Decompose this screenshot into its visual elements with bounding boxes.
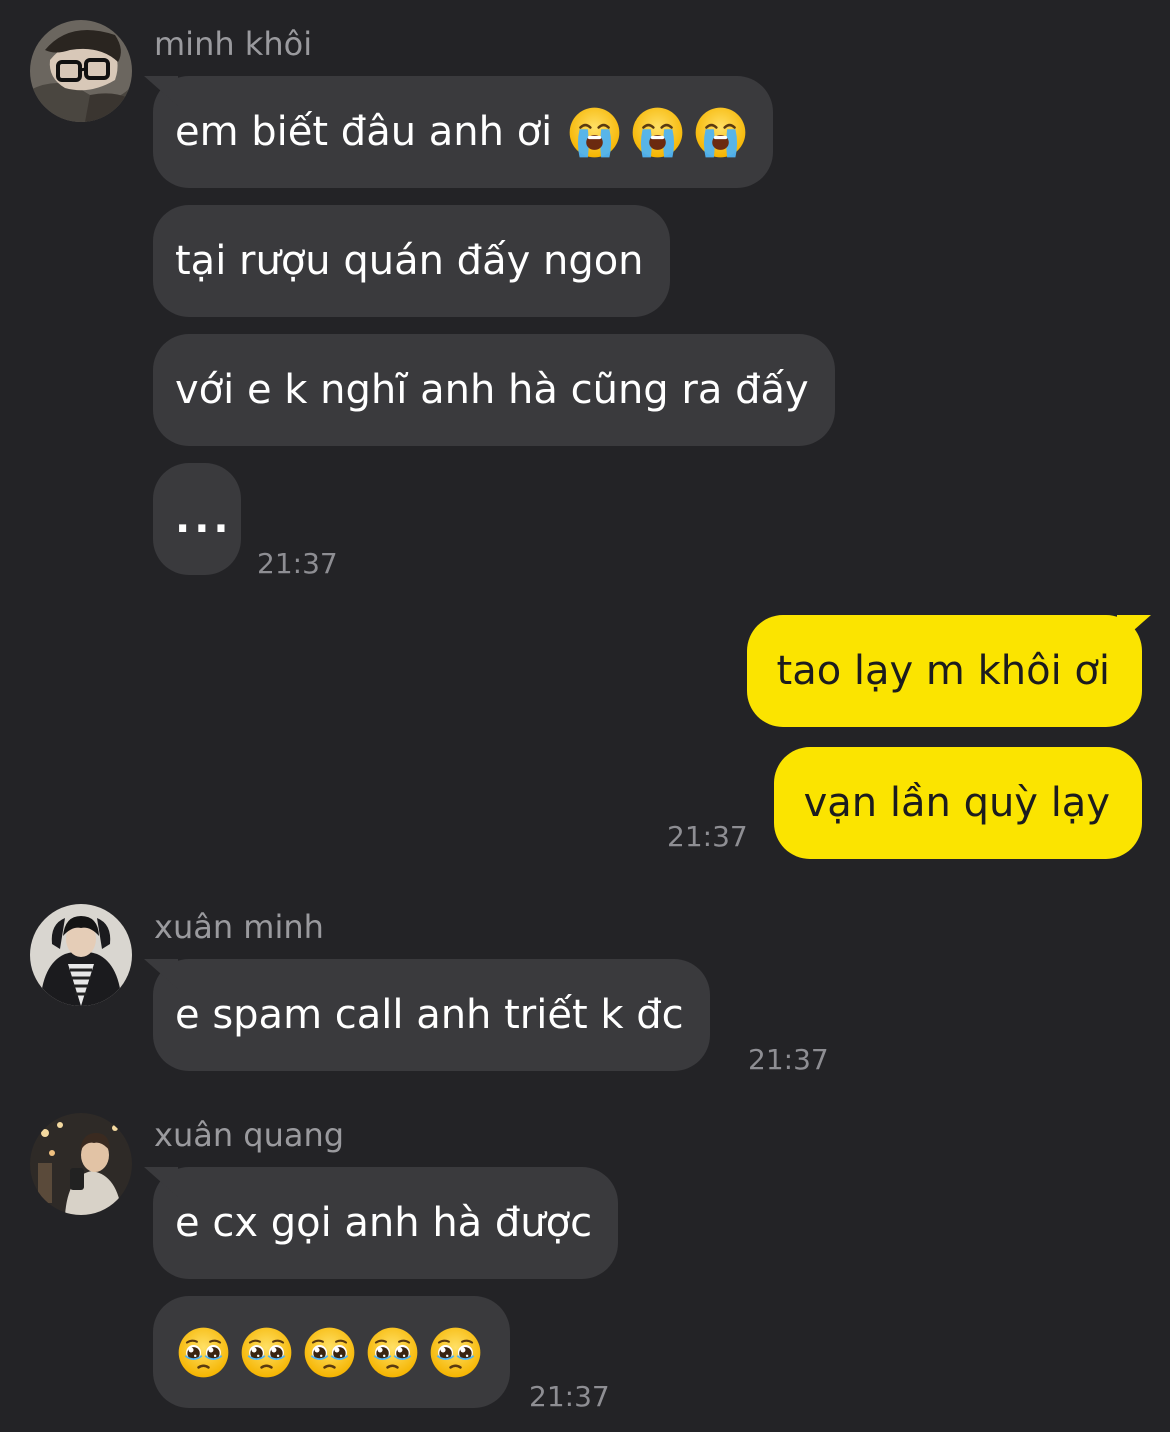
outgoing-message-bubble[interactable]: tao lạy m khôi ơi bbox=[746, 615, 1142, 727]
message-bubble[interactable]: với e k nghĩ anh hà cũng ra đấy bbox=[153, 334, 835, 446]
message-bubble[interactable]: e spam call anh triết k đc bbox=[153, 959, 710, 1071]
loudly-crying-face-icon bbox=[694, 106, 747, 159]
sender-name: minh khôi bbox=[154, 25, 313, 63]
message-text: tại rượu quán đấy ngon bbox=[175, 238, 644, 284]
message-bubble[interactable]: e cx gọi anh hà được bbox=[153, 1167, 619, 1279]
timestamp: 21:37 bbox=[748, 1043, 829, 1076]
pleading-face-icon bbox=[177, 1326, 230, 1379]
message-text: em biết đâu anh ơi bbox=[175, 109, 553, 155]
timestamp: 21:37 bbox=[529, 1380, 610, 1413]
pleading-face-icon bbox=[429, 1326, 482, 1379]
emoji-group bbox=[177, 1326, 482, 1379]
avatar-xuan-quang[interactable] bbox=[30, 1113, 132, 1215]
sender-name: xuân quang bbox=[154, 1116, 345, 1154]
message-bubble[interactable]: em biết đâu anh ơi bbox=[153, 76, 774, 188]
message-text: tao lạy m khôi ơi bbox=[776, 648, 1110, 694]
emoji-message-bubble[interactable] bbox=[153, 1296, 510, 1408]
sender-name: xuân minh bbox=[154, 908, 324, 946]
loudly-crying-face-icon bbox=[568, 106, 621, 159]
message-text: e cx gọi anh hà được bbox=[175, 1200, 593, 1246]
emoji-group bbox=[568, 106, 747, 159]
avatar-xuan-minh-icon bbox=[30, 904, 132, 1006]
avatar-minh-khoi[interactable] bbox=[30, 20, 132, 122]
pleading-face-icon bbox=[240, 1326, 293, 1379]
message-text: vạn lần quỳ lạy bbox=[803, 780, 1110, 826]
pleading-face-icon bbox=[303, 1326, 356, 1379]
message-bubble[interactable]: ... bbox=[153, 463, 241, 575]
message-bubble[interactable]: tại rượu quán đấy ngon bbox=[153, 205, 670, 317]
pleading-face-icon bbox=[366, 1326, 419, 1379]
avatar-minh-khoi-icon bbox=[30, 20, 132, 122]
message-text: e spam call anh triết k đc bbox=[175, 992, 684, 1038]
message-text: với e k nghĩ anh hà cũng ra đấy bbox=[175, 367, 809, 413]
avatar-xuan-minh[interactable] bbox=[30, 904, 132, 1006]
loudly-crying-face-icon bbox=[631, 106, 684, 159]
avatar-xuan-quang-icon bbox=[30, 1113, 132, 1215]
timestamp: 21:37 bbox=[667, 820, 748, 853]
outgoing-message-bubble[interactable]: vạn lần quỳ lạy bbox=[773, 747, 1142, 859]
timestamp: 21:37 bbox=[257, 547, 338, 580]
message-text: ... bbox=[175, 496, 233, 542]
